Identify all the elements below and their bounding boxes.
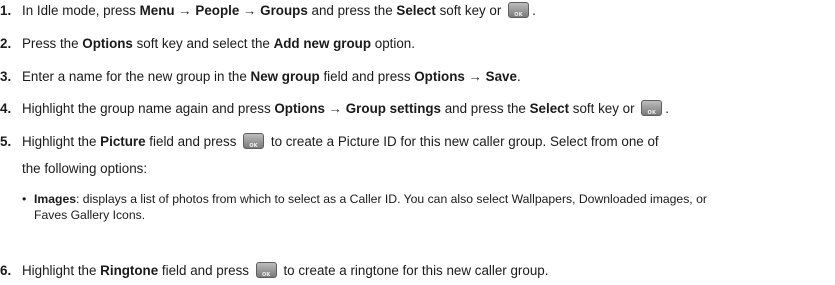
step-text: Highlight the Picture field and press to… [22,133,659,155]
step-number: 6. [0,263,12,278]
ok-key-icon [243,133,265,155]
step-number: 2. [0,36,12,51]
bullet-dot: • [22,192,27,206]
step-text: Highlight the Ringtone field and press t… [22,262,548,284]
bullet-term: Images [34,192,77,206]
step-number: 4. [0,101,12,116]
step-text: Highlight the group name again and press… [22,100,669,122]
ok-key-icon [641,100,663,122]
ok-key-icon [508,2,530,24]
step-number: 1. [0,3,12,18]
step-number: 5. [0,134,12,149]
step-text: In Idle mode, press Menu → People → Grou… [22,2,536,24]
ok-key-icon [255,262,277,284]
step-number: 3. [0,69,12,84]
step-text: Press the Options soft key and select th… [22,36,415,51]
instructions-document: 1. In Idle mode, press Menu → People → G… [0,0,835,285]
step-text: Enter a name for the new group in the Ne… [22,69,521,84]
